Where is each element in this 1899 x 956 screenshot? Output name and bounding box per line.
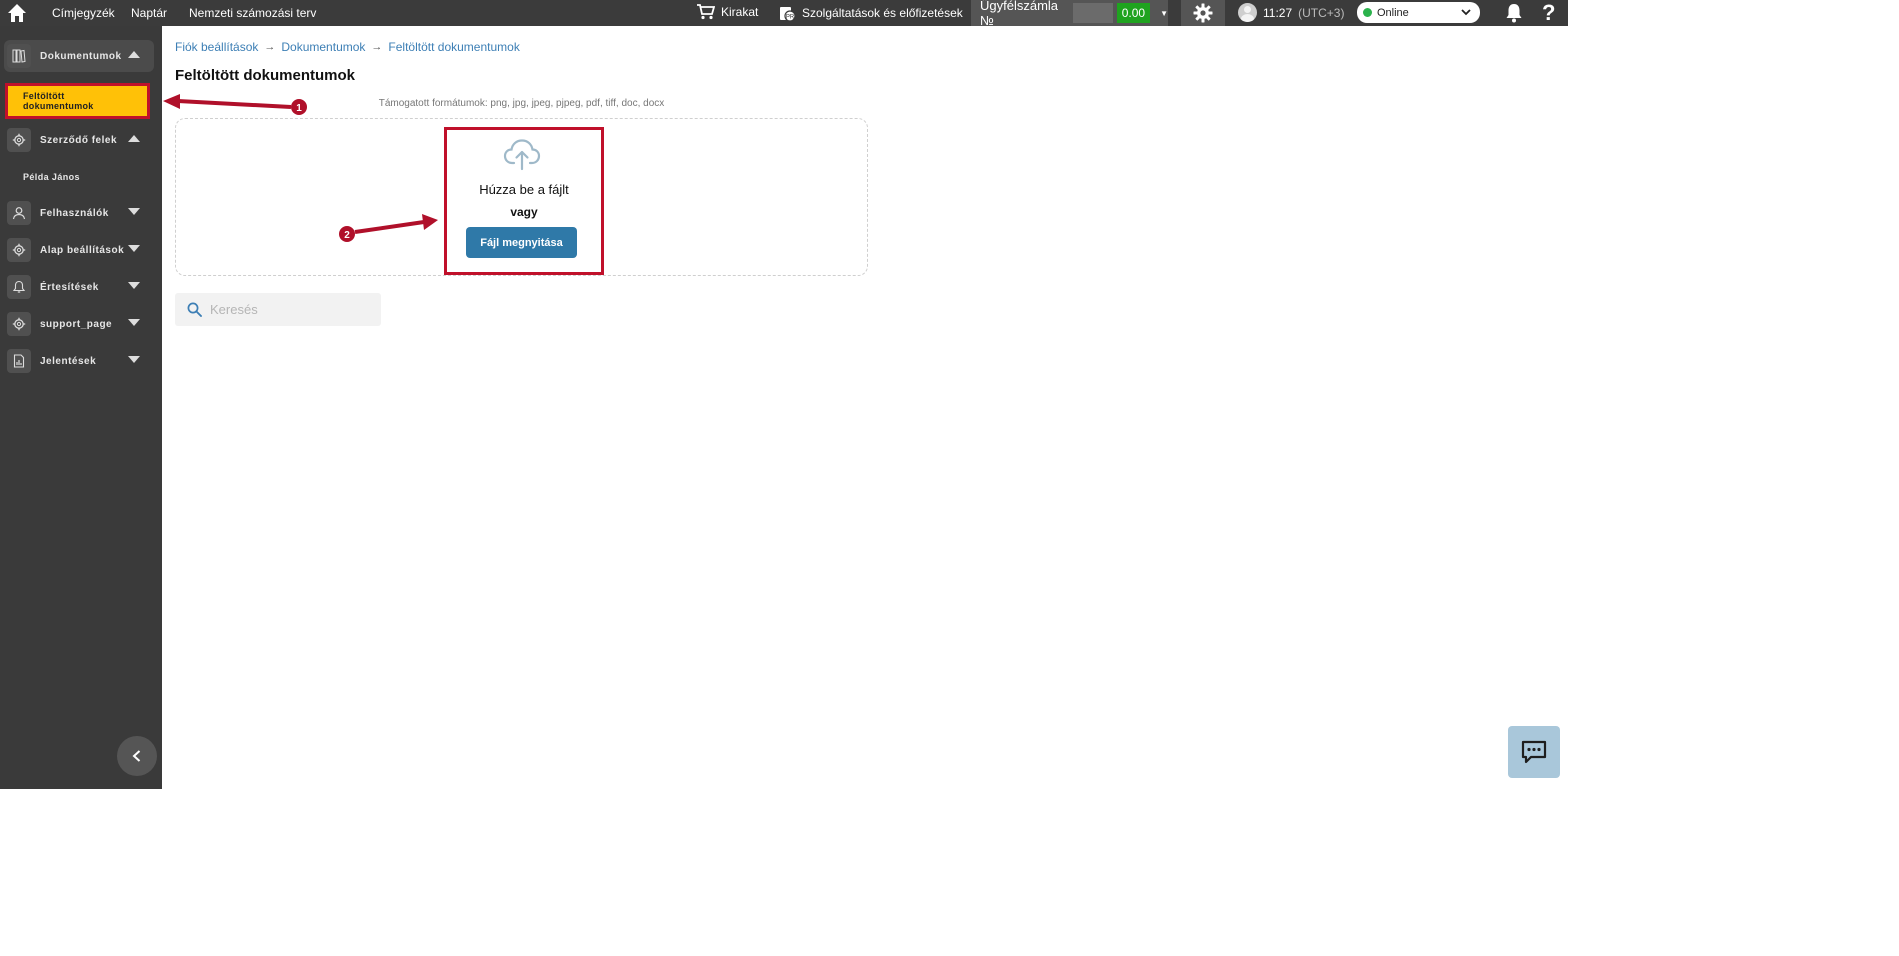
bell-icon bbox=[7, 275, 31, 299]
home-icon[interactable] bbox=[6, 2, 28, 24]
top-bar: Címjegyzék Naptár Nemzeti számozási terv… bbox=[0, 0, 1568, 28]
caret-down-icon bbox=[128, 356, 140, 363]
sidebar-subitem-sample-party[interactable]: Példa János bbox=[23, 172, 80, 182]
status-label: Online bbox=[1377, 6, 1409, 19]
sidebar-item-label: support_page bbox=[40, 318, 113, 330]
page-title: Feltöltött dokumentumok bbox=[175, 67, 355, 84]
nav-contacts[interactable]: Címjegyzék bbox=[52, 6, 115, 20]
search-box bbox=[175, 293, 381, 326]
sidebar-item-label: Alap beállítások bbox=[40, 244, 125, 256]
sidebar-item-label: Szerződő felek bbox=[40, 134, 118, 146]
account-balance: 0.00 bbox=[1116, 3, 1151, 23]
clock-time: 11:27 bbox=[1263, 5, 1293, 20]
sidebar-item-label: Felhasználók bbox=[40, 207, 109, 219]
gear-icon bbox=[7, 128, 31, 152]
sidebar-item-label: Jelentések bbox=[40, 355, 97, 367]
supported-formats-text: Támogatott formátumok: png, jpg, jpeg, p… bbox=[378, 98, 665, 109]
clock-timezone: (UTC+3) bbox=[1298, 5, 1345, 20]
or-separator: vagy bbox=[510, 205, 538, 219]
bell-icon[interactable] bbox=[1505, 3, 1523, 26]
sidebar-item-basic-settings[interactable]: Alap beállítások bbox=[4, 234, 154, 266]
status-select[interactable]: Online bbox=[1357, 2, 1480, 23]
sidebar-item-support-page[interactable]: support_page bbox=[4, 308, 154, 340]
open-file-button[interactable]: Fájl megnyitása bbox=[466, 227, 577, 258]
user-info[interactable]: 11:27 (UTC+3) bbox=[1238, 3, 1344, 22]
sidebar-item-label: Értesítések bbox=[40, 281, 99, 293]
sidebar-item-uploaded-documents[interactable]: Feltöltött dokumentumok bbox=[5, 83, 150, 119]
account-label: Ügyfélszámla № bbox=[980, 0, 1059, 28]
shop-link[interactable]: Kirakat bbox=[697, 4, 758, 20]
breadcrumb-account-settings[interactable]: Fiók beállítások bbox=[175, 40, 258, 54]
sidebar-item-label-2: dokumentumok bbox=[23, 101, 94, 111]
services-link[interactable]: PR Szolgáltatások és előfizetések bbox=[778, 4, 963, 22]
caret-down-icon bbox=[128, 319, 140, 326]
help-icon[interactable]: ? bbox=[1542, 0, 1555, 26]
cart-icon bbox=[697, 4, 715, 20]
avatar bbox=[1238, 3, 1257, 22]
caret-up-icon bbox=[128, 51, 140, 58]
chat-icon bbox=[1521, 740, 1547, 764]
sidebar-item-label: Feltöltött bbox=[23, 91, 65, 101]
gear-icon bbox=[7, 312, 31, 336]
status-dot-icon bbox=[1363, 8, 1372, 17]
breadcrumb-uploaded-documents[interactable]: Feltöltött dokumentumok bbox=[388, 40, 519, 54]
sidebar-item-label: Dokumentumok bbox=[40, 50, 122, 62]
sidebar-item-documents[interactable]: Dokumentumok bbox=[4, 40, 154, 72]
arrow-right-icon: → bbox=[371, 41, 383, 53]
sidebar-item-reports[interactable]: Jelentések bbox=[4, 345, 154, 377]
services-label: Szolgáltatások és előfizetések bbox=[802, 6, 963, 20]
sidebar-collapse-button[interactable] bbox=[117, 736, 157, 776]
account-number-masked bbox=[1072, 3, 1113, 23]
gear-icon bbox=[7, 238, 31, 262]
settings-button[interactable] bbox=[1181, 0, 1225, 26]
search-input[interactable] bbox=[210, 302, 370, 317]
sidebar-item-notifications[interactable]: Értesítések bbox=[4, 271, 154, 303]
caret-down-icon bbox=[128, 282, 140, 289]
report-icon bbox=[7, 349, 31, 373]
nav-numbering-plan[interactable]: Nemzeti számozási terv bbox=[189, 6, 316, 20]
nav-calendar[interactable]: Naptár bbox=[131, 6, 167, 20]
caret-down-icon bbox=[128, 245, 140, 252]
caret-down-icon: ▼ bbox=[1160, 8, 1168, 18]
chat-button[interactable] bbox=[1508, 726, 1560, 778]
search-icon bbox=[187, 302, 202, 317]
svg-text:PR: PR bbox=[786, 15, 795, 21]
chevron-left-icon bbox=[132, 750, 141, 762]
breadcrumb-documents[interactable]: Dokumentumok bbox=[281, 40, 365, 54]
cloud-upload-icon bbox=[503, 137, 541, 176]
documents-icon bbox=[7, 44, 31, 68]
gear-icon bbox=[1193, 3, 1213, 23]
caret-down-icon bbox=[128, 208, 140, 215]
sidebar: Dokumentumok Feltöltött dokumentumok Sze… bbox=[0, 26, 162, 789]
sidebar-item-users[interactable]: Felhasználók bbox=[4, 197, 154, 229]
breadcrumb: Fiók beállítások → Dokumentumok → Feltöl… bbox=[175, 40, 520, 54]
arrow-right-icon: → bbox=[264, 41, 276, 53]
chevron-down-icon bbox=[1461, 9, 1471, 16]
sidebar-item-contract-parties[interactable]: Szerződő felek bbox=[4, 124, 154, 156]
drop-instruction: Húzza be a fájlt bbox=[479, 182, 569, 197]
caret-up-icon bbox=[128, 135, 140, 142]
shop-label: Kirakat bbox=[721, 5, 759, 19]
user-icon bbox=[7, 201, 31, 225]
services-icon: PR bbox=[780, 7, 796, 22]
account-selector[interactable]: Ügyfélszámla № 0.00 ▼ bbox=[971, 0, 1168, 28]
